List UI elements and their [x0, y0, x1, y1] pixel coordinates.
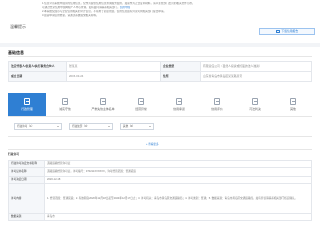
- record-value: 青岛市: [44, 213, 312, 221]
- record-value: 1. 经营范围：普通货运；2. 有效期自2020年12月18日起至2024年12…: [44, 183, 312, 214]
- other-icon: [289, 98, 297, 106]
- info-value: 张某某: [66, 61, 161, 72]
- judgment-icon: [251, 98, 259, 106]
- filter-other-select[interactable]: 其他（0）: [120, 123, 154, 130]
- tab-other[interactable]: 其他: [274, 93, 312, 116]
- record-value: 2020-12-18: [44, 176, 312, 184]
- record-value: 道路运输经营许可证，许可编号：370211XXXXXX，许可经营范围：普通货运: [44, 167, 312, 177]
- blacklist-icon: [99, 98, 107, 106]
- tab-label: 严重失信主体名单: [91, 106, 115, 111]
- table-row: 许可决定日期 2020-12-18: [8, 176, 312, 184]
- category-tabs: 行政管理 诚实守信 严重失信主体名单 经营异常 信用承诺 信用评价 司法判决 其…: [8, 93, 312, 117]
- notice-body: 1.信息公示系统中展示的信用信息，仅作为提供信用信息查询服务使用，如需作为正式证…: [42, 2, 282, 18]
- abnormal-icon: [137, 98, 145, 106]
- record-header: 行政许可: [8, 152, 20, 156]
- view-more-link[interactable]: + 查看更多: [146, 143, 159, 146]
- divider: [8, 56, 312, 57]
- record-key: 许可决定日期: [8, 176, 45, 184]
- chevron-down-icon: [57, 126, 59, 127]
- info-value: 山东省青岛市黄岛区某某路某号: [200, 71, 312, 82]
- tab-label: 行政管理: [21, 106, 33, 111]
- table-row: 许可内容 1. 经营范围：普通货运；2. 有效期自2020年12月18日起至20…: [8, 183, 312, 214]
- tab-evaluation[interactable]: 信用评价: [198, 93, 236, 116]
- download-report-label: 下载信用报告: [281, 28, 299, 33]
- evaluation-icon: [213, 98, 221, 106]
- integrity-icon: [61, 98, 69, 106]
- record-value: 道路运输经营许可证: [44, 160, 312, 168]
- info-key: 法定代表人/负责人/执行事务合伙人: [8, 61, 67, 72]
- info-value: 有限责任公司（自然人投资或控股的法人独资）: [200, 61, 312, 72]
- chevron-down-icon: [108, 126, 110, 127]
- tab-label: 其他: [290, 106, 296, 111]
- info-key: 住所: [160, 71, 201, 82]
- table-row: 许可证书名称 道路运输经营许可证，许可编号：370211XXXXXX，许可经营范…: [8, 167, 312, 177]
- record-detail-table: 行政许可决定文书名称 道路运输经营许可证 许可证书名称 道路运输经营许可证，许可…: [8, 160, 312, 221]
- basic-info-table: 法定代表人/负责人/执行事务合伙人 张某某 企业类型 有限责任公司（自然人投资或…: [8, 61, 312, 82]
- tab-admin[interactable]: 行政管理: [8, 93, 46, 116]
- record-key: 行政许可决定文书名称: [8, 160, 45, 168]
- filter-license-select[interactable]: 行政许可（1）: [14, 123, 62, 130]
- tab-label: 信用承诺: [173, 106, 185, 111]
- filter-row: 行政许可（1） 行政处罚（0） 其他（0）: [14, 123, 154, 130]
- tab-judgment[interactable]: 司法判决: [236, 93, 274, 116]
- table-row: 行政许可决定文书名称 道路运输经营许可证: [8, 160, 312, 168]
- table-row: 法定代表人/负责人/执行事务合伙人 张某某 企业类型 有限责任公司（自然人投资或…: [8, 61, 312, 72]
- promise-icon: [175, 98, 183, 106]
- notice-panel: 1.信息公示系统中展示的信用信息，仅作为提供信用信息查询服务使用，如需作为正式证…: [4, 0, 316, 40]
- tab-label: 司法判决: [249, 106, 261, 111]
- divider: [8, 149, 312, 150]
- table-row: 成立日期 2015-03-24 住所 山东省青岛市黄岛区某某路某号: [8, 71, 312, 82]
- info-key: 成立日期: [8, 71, 67, 82]
- admin-icon: [23, 98, 31, 106]
- record-key: 数据来源: [8, 213, 45, 221]
- select-value: 行政处罚（0）: [72, 124, 90, 128]
- document-icon: [275, 29, 280, 34]
- record-key: 许可证书名称: [8, 167, 45, 177]
- divider: [8, 136, 312, 137]
- record-key: 许可内容: [8, 183, 45, 214]
- table-row: 数据来源 青岛市: [8, 213, 312, 221]
- filter-penalty-select[interactable]: 行政处罚（0）: [69, 123, 113, 130]
- select-value: 行政许可（1）: [17, 124, 35, 128]
- notice-line: 3.如需申请信用修复，请通过系统提交相关材料。: [42, 14, 99, 17]
- tab-label: 信用评价: [211, 106, 223, 111]
- tab-abnormal[interactable]: 经营异常: [122, 93, 160, 116]
- notice-link[interactable]: 信用中国: [120, 6, 130, 9]
- basic-info-title: 基础信息: [8, 50, 24, 55]
- section-separator: [0, 43, 320, 47]
- info-key: 企业类型: [160, 61, 201, 72]
- tab-blacklist[interactable]: 严重失信主体名单: [84, 93, 122, 116]
- info-value: 2015-03-24: [66, 71, 161, 82]
- notice-label: 温馨提示: [10, 24, 26, 29]
- select-value: 其他（0）: [123, 124, 135, 128]
- tab-label: 经营异常: [135, 106, 147, 111]
- tab-integrity[interactable]: 诚实守信: [46, 93, 84, 116]
- tab-promise[interactable]: 信用承诺: [160, 93, 198, 116]
- tab-label: 诚实守信: [59, 106, 71, 111]
- chevron-down-icon: [149, 126, 151, 127]
- download-report-button[interactable]: 下载信用报告: [259, 28, 315, 35]
